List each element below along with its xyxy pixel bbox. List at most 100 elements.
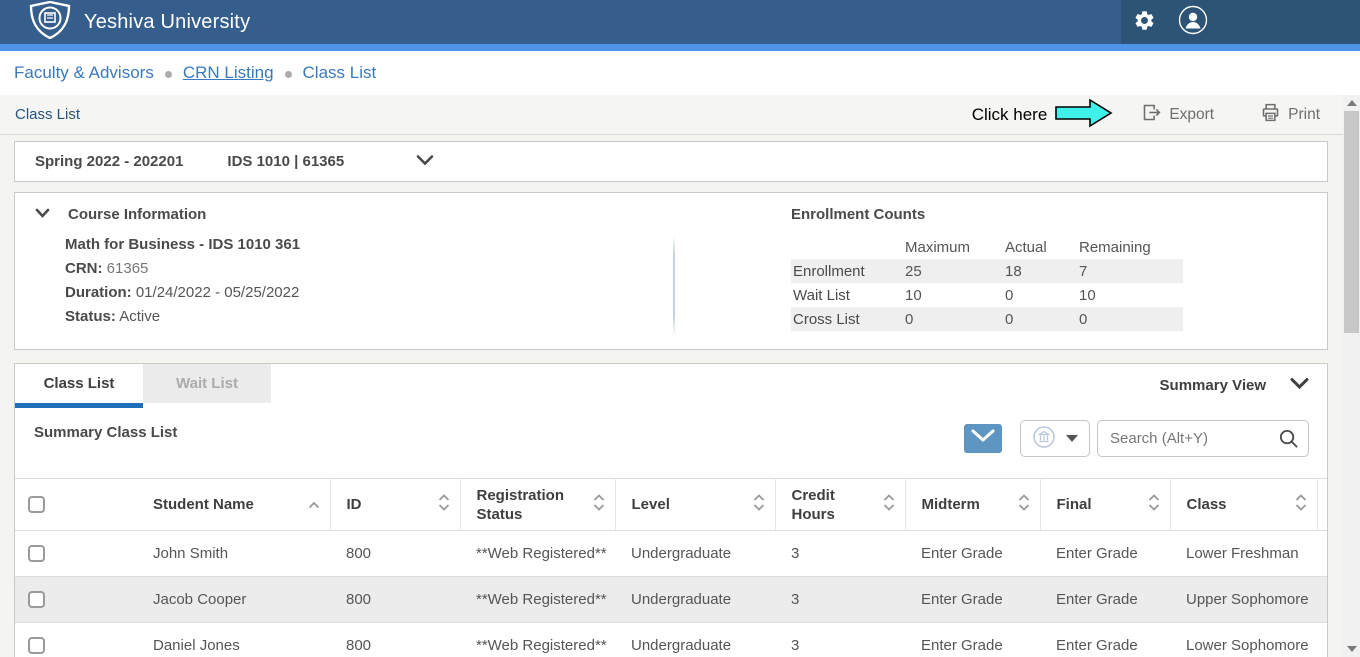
level-cell: Undergraduate xyxy=(615,531,775,577)
cell-value: 0 xyxy=(1003,307,1077,331)
final-grade-cell[interactable]: Enter Grade xyxy=(1040,623,1170,657)
filter-settings-button[interactable] xyxy=(1020,420,1090,457)
column-label: Student Name xyxy=(153,495,254,514)
sort-icon[interactable] xyxy=(1148,494,1160,515)
column-id[interactable]: ID xyxy=(330,479,460,531)
column-label: ID xyxy=(347,495,362,514)
university-shield-logo xyxy=(28,1,72,43)
breadcrumb-class-list[interactable]: Class List xyxy=(303,63,377,83)
course-information-panel: Course Information Math for Business - I… xyxy=(14,192,1328,350)
select-all-checkbox[interactable] xyxy=(28,496,45,513)
tab-wait-list[interactable]: Wait List xyxy=(143,364,271,403)
search-icon[interactable] xyxy=(1278,428,1299,453)
credit-hours-cell: 3 xyxy=(775,623,905,657)
annotation-click-here: Click here xyxy=(972,105,1048,125)
sort-icon[interactable] xyxy=(1295,494,1307,515)
cell-value: 0 xyxy=(1003,283,1077,307)
column-student-name[interactable]: Student Name xyxy=(137,479,330,531)
top-navbar: Yeshiva University xyxy=(0,0,1360,44)
sort-icon[interactable] xyxy=(883,494,895,515)
column-registration-status[interactable]: Registration Status xyxy=(460,479,615,531)
class-list-table: Student Name ID Registration Status xyxy=(15,478,1327,657)
scrollbar-thumb[interactable] xyxy=(1344,111,1359,333)
midterm-grade-cell[interactable]: Enter Grade xyxy=(905,623,1040,657)
column-label: Class xyxy=(1187,495,1227,514)
sort-icon[interactable] xyxy=(753,494,765,515)
table-header-row: Student Name ID Registration Status xyxy=(15,479,1327,531)
status-label: Status: xyxy=(65,308,116,325)
column-label: Registration Status xyxy=(477,486,589,524)
email-button[interactable] xyxy=(964,424,1002,453)
export-button[interactable]: Export xyxy=(1141,102,1214,128)
tab-class-list[interactable]: Class List xyxy=(15,364,143,403)
scrollbar-down-arrow[interactable] xyxy=(1347,646,1357,652)
table-row: Daniel Jones 800 **Web Registered** Unde… xyxy=(15,623,1327,657)
term-label: Spring 2022 - 202201 xyxy=(35,153,183,170)
row-label: Wait List xyxy=(791,283,903,307)
column-credit-hours[interactable]: Credit Hours xyxy=(775,479,905,531)
filler-cell xyxy=(1317,531,1327,577)
scrollbar-up-arrow[interactable] xyxy=(1347,100,1357,106)
row-select-cell xyxy=(15,623,61,657)
cell-value: 18 xyxy=(1003,259,1077,283)
breadcrumb-faculty-advisors[interactable]: Faculty & Advisors xyxy=(14,63,154,83)
print-button[interactable]: Print xyxy=(1260,102,1320,128)
row-checkbox[interactable] xyxy=(28,591,45,608)
final-grade-cell[interactable]: Enter Grade xyxy=(1040,577,1170,623)
column-final[interactable]: Final xyxy=(1040,479,1170,531)
view-selector[interactable]: Summary View xyxy=(1160,377,1309,394)
vertical-scrollbar[interactable] xyxy=(1343,95,1360,657)
student-name-cell: John Smith xyxy=(137,531,330,577)
photo-cell xyxy=(61,623,137,657)
user-profile-icon[interactable] xyxy=(1178,5,1208,39)
column-midterm[interactable]: Midterm xyxy=(905,479,1040,531)
annotation-arrow xyxy=(1055,98,1113,132)
table-row: Jacob Cooper 800 **Web Registered** Unde… xyxy=(15,577,1327,623)
filler-cell xyxy=(1317,623,1327,657)
midterm-grade-cell[interactable]: Enter Grade xyxy=(905,577,1040,623)
column-level[interactable]: Level xyxy=(615,479,775,531)
export-label: Export xyxy=(1169,106,1214,124)
sort-icon[interactable] xyxy=(593,494,605,515)
sort-ascending-icon[interactable] xyxy=(308,496,320,513)
enrollment-counts: Enrollment Counts Maximum Actual Remaini… xyxy=(791,201,1183,331)
enrollment-counts-title: Enrollment Counts xyxy=(791,201,1183,235)
select-all-cell xyxy=(15,479,61,531)
breadcrumb-separator-dot xyxy=(165,71,172,78)
chevron-down-icon[interactable] xyxy=(416,153,434,170)
class-standing-cell: Lower Freshman xyxy=(1170,531,1317,577)
course-information-title: Course Information xyxy=(68,206,206,223)
brand[interactable]: Yeshiva University xyxy=(0,1,250,43)
final-grade-cell[interactable]: Enter Grade xyxy=(1040,531,1170,577)
list-controls xyxy=(964,420,1309,457)
panel-divider xyxy=(673,235,675,337)
export-icon xyxy=(1141,102,1162,128)
page-title: Class List xyxy=(15,106,80,123)
sort-icon[interactable] xyxy=(438,494,450,515)
page: Yeshiva University Faculty & Advisors CR… xyxy=(0,0,1360,657)
waitlist-row: Wait List 10 0 10 xyxy=(791,283,1183,307)
settings-gear-icon[interactable] xyxy=(1133,9,1156,36)
column-label: Final xyxy=(1057,495,1092,514)
id-cell: 800 xyxy=(330,623,460,657)
photo-cell xyxy=(61,531,137,577)
navbar-actions xyxy=(1121,0,1360,44)
cell-value: 10 xyxy=(1077,283,1183,307)
column-label: Midterm xyxy=(922,495,980,514)
breadcrumb-crn-listing[interactable]: CRN Listing xyxy=(183,63,274,83)
registration-status-cell: **Web Registered** xyxy=(460,577,615,623)
accent-strip xyxy=(0,44,1360,51)
sort-icon[interactable] xyxy=(1018,494,1030,515)
row-select-cell xyxy=(15,531,61,577)
row-checkbox[interactable] xyxy=(28,637,45,654)
row-checkbox[interactable] xyxy=(28,545,45,562)
column-class[interactable]: Class xyxy=(1170,479,1317,531)
term-course-selector[interactable]: Spring 2022 - 202201 IDS 1010 | 61365 xyxy=(14,141,1328,182)
midterm-grade-cell[interactable]: Enter Grade xyxy=(905,531,1040,577)
credit-hours-cell: 3 xyxy=(775,531,905,577)
cell-value: 0 xyxy=(903,307,1003,331)
crosslist-row: Cross List 0 0 0 xyxy=(791,307,1183,331)
photo-cell xyxy=(61,577,137,623)
cell-value: 25 xyxy=(903,259,1003,283)
collapse-chevron-icon[interactable] xyxy=(35,206,50,223)
